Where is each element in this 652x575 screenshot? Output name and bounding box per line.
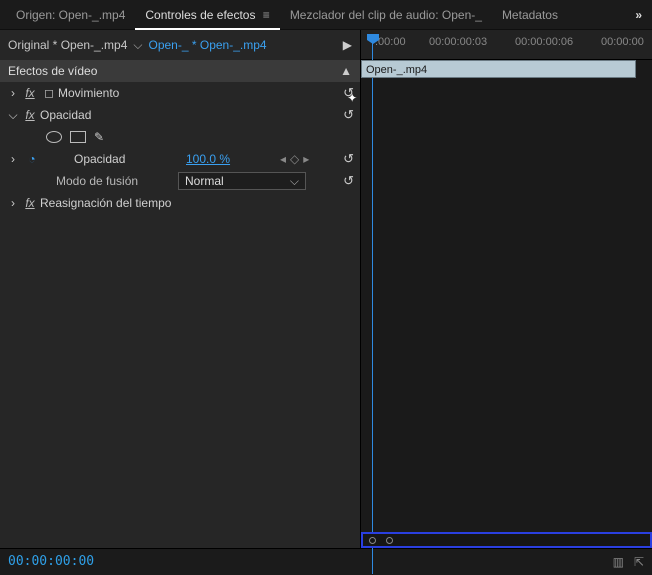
tab-metadata[interactable]: Metadatos [492,0,568,30]
overflow-chevron-icon[interactable]: » [631,8,646,22]
next-keyframe-icon[interactable]: ▸ [303,152,309,166]
keyframe-timeline[interactable]: :00:00 00:00:00:03 00:00:00:06 00:00:00 … [360,30,652,548]
blend-mode-value: Normal [185,174,224,188]
ruler-tick: :00:00 [375,36,406,48]
export-icon[interactable]: ⇱ [634,555,644,569]
effect-motion-row[interactable]: › fx ◻ Movimiento ↺✦ [0,82,360,104]
section-collapse-icon[interactable]: ▲ [340,64,352,78]
source-dropdown-icon[interactable]: ⌵ [133,38,142,53]
tab-audio-mixer[interactable]: Mezclador del clip de audio: Open-_ [280,0,492,30]
tab-source[interactable]: Origen: Open-_.mp4 [6,0,135,30]
twirl-icon[interactable]: › [6,86,20,100]
current-timecode[interactable]: 00:00:00:00 [8,554,94,569]
video-effects-title: Efectos de vídeo [8,64,97,78]
video-effects-header: Efectos de vídeo ▲ [0,60,360,82]
playhead-marker-icon[interactable] [367,34,379,44]
opacity-mask-tools: ✎ [0,126,360,148]
effects-empty-area [0,214,360,548]
blend-mode-select[interactable]: Normal ⌵ [178,172,306,190]
prev-keyframe-icon[interactable]: ◂ [280,152,286,166]
ruler-tick: 00:00:00:03 [429,36,487,48]
motion-transform-icon: ◻ [40,86,58,100]
panel-tabs: Origen: Open-_.mp4 Controles de efectos … [0,0,652,30]
tab-effect-controls-label: Controles de efectos [145,8,255,22]
panel-menu-icon[interactable]: ≡ [263,8,270,22]
sequence-link[interactable]: Open-_ * Open-_.mp4 [149,38,267,52]
effect-motion-label: Movimiento [58,86,119,100]
opacity-param-row: › ◔ Opacidad 100.0 % ◂ ◇ ▸ ↺ [0,148,360,170]
effect-time-remap-row[interactable]: › fx Reasignación del tiempo [0,192,360,214]
tab-effect-controls[interactable]: Controles de efectos ≡ [135,0,279,30]
source-sequence-row: Original * Open-_.mp4 ⌵ Open-_ * Open-_.… [0,30,360,60]
fx-badge-icon[interactable]: fx [20,108,40,122]
effects-panel: Original * Open-_.mp4 ⌵ Open-_ * Open-_.… [0,30,360,548]
blend-mode-label: Modo de fusión [56,174,138,188]
add-keyframe-icon[interactable]: ◇ [290,152,299,166]
mask-rectangle-icon[interactable] [70,131,86,143]
blend-mode-row: Modo de fusión Normal ⌵ ↺ [0,170,360,192]
fx-badge-icon[interactable]: fx [20,86,40,100]
ruler-tick: 00:00:00 [601,36,644,48]
effect-opacity-label: Opacidad [40,108,91,122]
reset-motion-icon[interactable]: ↺✦ [343,85,354,101]
twirl-icon[interactable]: › [6,196,20,210]
timeline-clip[interactable]: Open-_.mp4 [361,60,636,78]
twirl-icon[interactable]: › [6,152,20,166]
fx-badge-icon[interactable]: fx [20,196,40,210]
playhead[interactable] [367,34,379,44]
playhead-line [372,34,373,574]
effect-time-remap-label: Reasignación del tiempo [40,196,171,210]
zoom-handle-left-icon[interactable] [369,537,376,544]
keyframe-nav: ◂ ◇ ▸ [280,152,309,166]
play-only-icon[interactable]: ▶ [343,38,352,52]
zoom-handle-right-icon[interactable] [386,537,393,544]
effect-opacity-row[interactable]: ⌵ fx Opacidad ↺ [0,104,360,126]
original-clip-label: Original * Open-_.mp4 [8,38,127,52]
dropdown-chevron-icon: ⌵ [290,174,299,189]
opacity-param-label: Opacidad [74,152,125,166]
status-bar: 00:00:00:00 ▥ ⇱ [0,548,652,574]
time-ruler[interactable]: :00:00 00:00:00:03 00:00:00:06 00:00:00 [361,30,652,60]
twirl-open-icon[interactable]: ⌵ [6,108,20,123]
status-icon-1[interactable]: ▥ [613,555,624,569]
reset-opacity-param-icon[interactable]: ↺ [343,151,354,167]
mask-ellipse-icon[interactable] [46,131,62,143]
stopwatch-icon[interactable]: ◔ [24,152,40,166]
reset-blend-icon[interactable]: ↺ [343,173,354,189]
reset-opacity-icon[interactable]: ↺ [343,107,354,123]
opacity-value[interactable]: 100.0 % [186,152,230,166]
timeline-zoom-bar[interactable] [361,532,652,548]
ruler-tick: 00:00:00:06 [515,36,573,48]
mask-pen-icon[interactable]: ✎ [94,130,104,144]
